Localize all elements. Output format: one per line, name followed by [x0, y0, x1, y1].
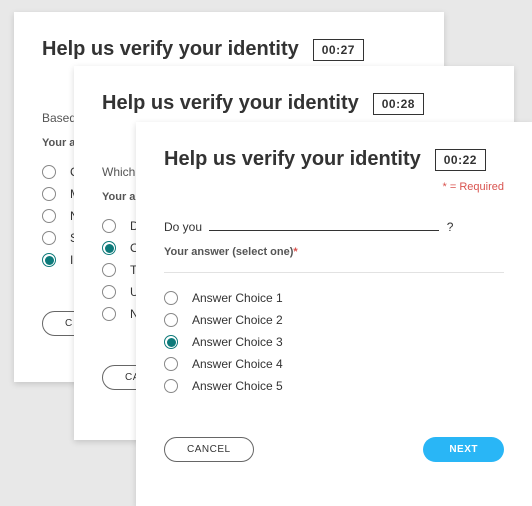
radio-icon[interactable] [42, 231, 56, 245]
radio-icon[interactable] [164, 313, 178, 327]
page-title: Help us verify your identity [164, 148, 421, 171]
radio-icon[interactable] [102, 219, 116, 233]
radio-icon[interactable] [164, 335, 178, 349]
cancel-button[interactable]: CANCEL [164, 437, 254, 462]
option-row[interactable]: Answer Choice 2 [164, 309, 504, 331]
card-header: Help us verify your identity 00:28 [102, 92, 486, 115]
question-suffix: ? [447, 220, 454, 234]
option-label: Answer Choice 1 [192, 291, 283, 305]
option-label: Answer Choice 4 [192, 357, 283, 371]
option-row[interactable]: Answer Choice 3 [164, 331, 504, 353]
radio-icon[interactable] [42, 209, 56, 223]
option-label: Answer Choice 3 [192, 335, 283, 349]
radio-icon[interactable] [42, 165, 56, 179]
radio-icon[interactable] [42, 253, 56, 267]
required-asterisk: * [293, 246, 297, 258]
timer-badge: 00:22 [435, 149, 486, 171]
button-row: CANCEL NEXT [164, 437, 504, 462]
page-title: Help us verify your identity [102, 92, 359, 115]
required-note: * = Required [164, 181, 504, 193]
radio-icon[interactable] [102, 241, 116, 255]
question-blank [209, 219, 439, 231]
timer-badge: 00:28 [373, 93, 424, 115]
question-line: Do you ? [164, 219, 504, 234]
radio-icon[interactable] [164, 357, 178, 371]
card-header: Help us verify your identity 00:22 [164, 148, 504, 171]
select-one-label: Your answer (select one)* [164, 246, 504, 258]
option-label: Answer Choice 2 [192, 313, 283, 327]
next-button[interactable]: NEXT [423, 437, 504, 462]
radio-icon[interactable] [164, 291, 178, 305]
radio-icon[interactable] [102, 285, 116, 299]
page-title: Help us verify your identity [42, 38, 299, 61]
timer-badge: 00:27 [313, 39, 364, 61]
option-row[interactable]: Answer Choice 5 [164, 375, 504, 397]
radio-icon[interactable] [102, 263, 116, 277]
option-row[interactable]: Answer Choice 1 [164, 287, 504, 309]
option-label: Answer Choice 5 [192, 379, 283, 393]
radio-icon[interactable] [42, 187, 56, 201]
option-label: I [70, 253, 73, 267]
radio-icon[interactable] [164, 379, 178, 393]
radio-icon[interactable] [102, 307, 116, 321]
option-row[interactable]: Answer Choice 4 [164, 353, 504, 375]
options-list: Answer Choice 1 Answer Choice 2 Answer Cho… [164, 272, 504, 397]
identity-card-3: Help us verify your identity 00:22 * = R… [136, 122, 532, 506]
question-prefix: Do you [164, 220, 202, 234]
card-header: Help us verify your identity 00:27 [42, 38, 416, 61]
